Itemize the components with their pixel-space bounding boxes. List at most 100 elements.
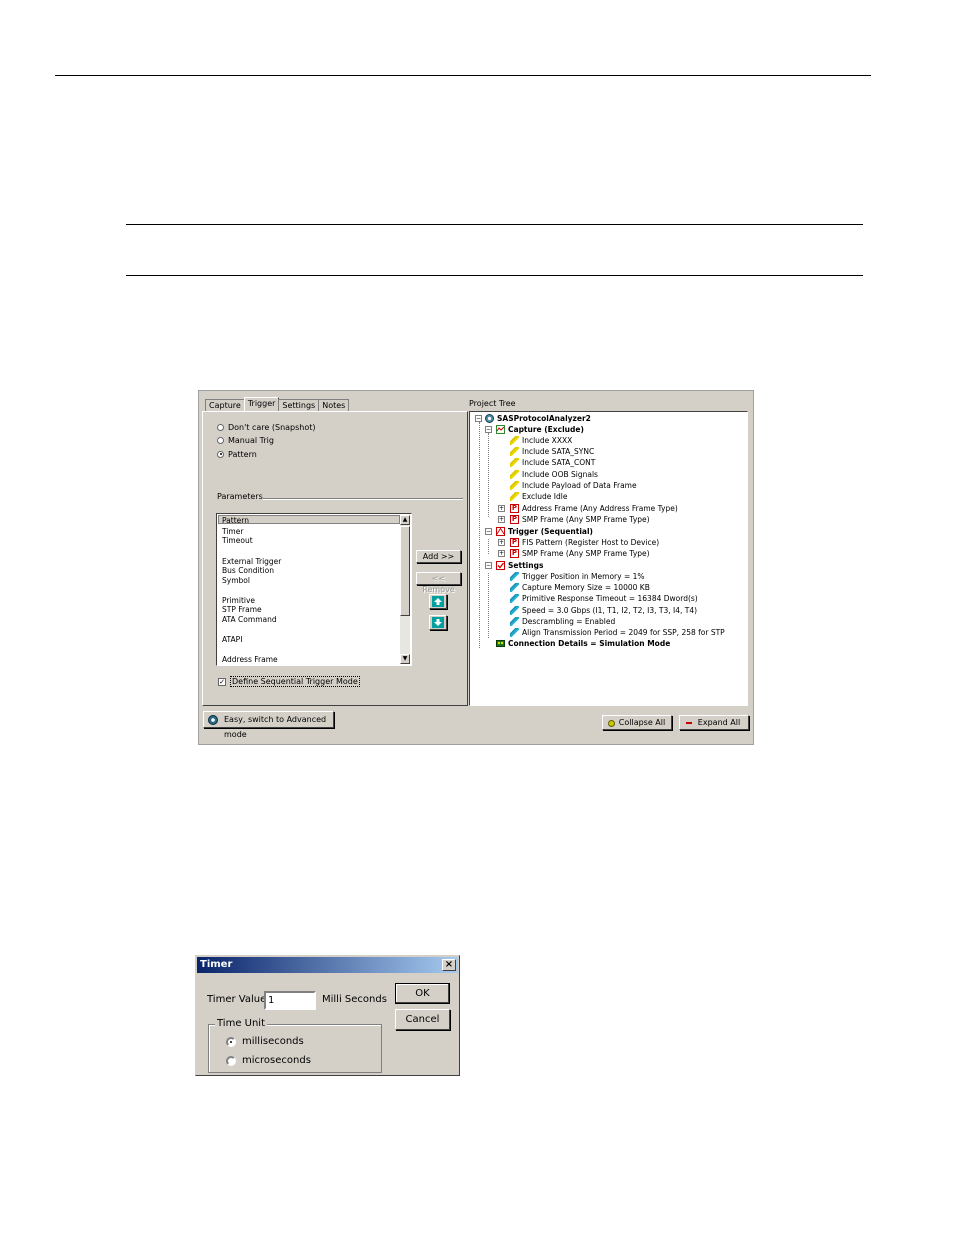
tree-leaf[interactable]: Include XXXX [510,435,572,446]
parameters-label: Parameters [217,492,263,501]
tree-leaf-label: Primitive Response Timeout = 16384 Dword… [522,594,698,603]
tree-node-trigger[interactable]: Trigger (Sequential) [496,526,593,537]
radio-label: Pattern [228,449,257,459]
tree-leaf[interactable]: Include SATA_SYNC [510,446,594,457]
radio-manual-trig[interactable]: Manual Trig [217,435,274,445]
tab-trigger[interactable]: Trigger [243,397,280,411]
list-scrollbar[interactable]: ▲ ▼ [400,515,410,664]
list-item[interactable]: Symbol [222,576,250,585]
analyzer-icon [485,414,494,423]
timer-unit-suffix: Milli Seconds [322,994,387,1005]
scroll-down-icon[interactable]: ▼ [400,654,410,664]
move-down-button[interactable] [429,615,447,630]
arrow-down-icon [432,617,444,628]
collapse-all-button[interactable]: Collapse All [602,715,672,730]
tree-leaf[interactable]: Include SATA_CONT [510,457,595,468]
list-item[interactable]: External Trigger [222,557,281,566]
tree-leaf[interactable]: P FIS Pattern (Register Host to Device) [510,537,659,548]
tree-root-label: SASProtocolAnalyzer2 [497,414,591,423]
tree-leaf[interactable]: Include Payload of Data Frame [510,480,637,491]
pencil-icon [510,481,519,490]
tree-leaf[interactable]: Capture Memory Size = 10000 KB [510,582,650,593]
radio-circle[interactable] [217,450,224,458]
ok-button[interactable]: OK [395,983,450,1004]
collapse-icon[interactable]: − [485,426,492,433]
remove-button[interactable]: << Remove [416,572,461,594]
tree-node-label: Capture (Exclude) [508,425,584,434]
sequential-trigger-checkbox[interactable]: ✓ Define Sequential Trigger Mode [218,676,360,687]
close-icon[interactable]: × [442,959,456,971]
list-item[interactable]: STP Frame [222,605,262,614]
radio-circle[interactable] [217,423,224,431]
pencil-icon [510,436,519,445]
radio-label: Don't care (Snapshot) [228,422,316,432]
analyzer-icon [208,715,218,725]
pencil-icon [510,606,519,615]
tree-leaf[interactable]: Descrambling = Enabled [510,616,615,627]
tree-leaf[interactable]: Trigger Position in Memory = 1% [510,571,645,582]
checkmark-icon[interactable]: ✓ [218,677,226,686]
pencil-icon [510,572,519,581]
collapse-icon[interactable]: − [485,562,492,569]
arrow-up-icon [432,596,444,607]
tab-settings[interactable]: Settings [278,399,320,411]
tree-leaf-label: Align Transmission Period = 2049 for SSP… [522,628,725,637]
tree-leaf[interactable]: Primitive Response Timeout = 16384 Dword… [510,593,698,604]
tree-leaf[interactable]: Include OOB Signals [510,469,598,480]
tree-leaf-label: SMP Frame (Any SMP Frame Type) [522,515,650,524]
dialog-title: Timer [200,959,233,970]
tree-leaf-label: SMP Frame (Any SMP Frame Type) [522,549,650,558]
expand-all-button[interactable]: Expand All [679,715,749,730]
tree-leaf-label: Include XXXX [522,436,573,445]
time-unit-title: Time Unit [215,1018,268,1029]
tree-leaf[interactable]: Speed = 3.0 Gbps (I1, T1, I2, T2, I3, T3… [510,605,697,616]
radio-pattern[interactable]: Pattern [217,449,257,459]
cancel-button[interactable]: Cancel [395,1009,450,1030]
expand-icon[interactable]: + [498,550,505,557]
list-item[interactable]: ATA Command [222,615,277,624]
radio-milliseconds[interactable]: milliseconds [226,1036,304,1047]
radio-dont-care[interactable]: Don't care (Snapshot) [217,422,316,432]
radio-circle[interactable] [226,1055,236,1066]
tree-node-capture[interactable]: Capture (Exclude) [496,424,584,435]
list-item[interactable]: ATAPI [222,635,242,644]
expand-icon[interactable]: + [498,505,505,512]
timer-value-label: Timer Value: [207,994,270,1005]
pattern-list-header[interactable]: Pattern [218,515,400,525]
timer-value-input[interactable]: 1 [264,991,316,1010]
collapse-icon[interactable]: − [485,528,492,535]
collapse-icon[interactable]: − [475,415,482,422]
tab-capture[interactable]: Capture [205,399,245,411]
tab-notes[interactable]: Notes [318,399,350,411]
pencil-icon [510,583,519,592]
tree-leaf[interactable]: Exclude Idle [510,491,567,502]
list-item[interactable]: Bus Condition [222,566,274,575]
tree-leaf[interactable]: Align Transmission Period = 2049 for SSP… [510,627,725,638]
tree-leaf[interactable]: P SMP Frame (Any SMP Frame Type) [510,514,650,525]
radio-circle[interactable] [226,1036,236,1047]
move-up-button[interactable] [429,594,447,609]
tree-leaf[interactable]: P SMP Frame (Any SMP Frame Type) [510,548,650,559]
tree-connector [488,573,489,638]
scroll-thumb[interactable] [400,526,410,616]
list-item[interactable]: Timer [222,527,243,536]
header-rule [55,75,871,76]
tree-node-settings[interactable]: Settings [496,560,543,571]
radio-circle[interactable] [217,436,224,444]
scroll-up-icon[interactable]: ▲ [400,515,410,525]
pattern-listbox[interactable]: Pattern Timer Timeout External Trigger B… [216,513,412,666]
project-tree[interactable]: − SASProtocolAnalyzer2 − Capture (Exclud… [469,411,748,706]
list-item[interactable]: Timeout [222,536,253,545]
expand-icon[interactable]: + [498,516,505,523]
list-item[interactable]: Address Frame [222,655,278,664]
dialog-titlebar[interactable]: Timer × [197,957,458,973]
add-button[interactable]: Add >> [416,550,461,563]
list-item[interactable]: Primitive [222,596,255,605]
tree-root[interactable]: SASProtocolAnalyzer2 [485,413,591,424]
tree-node-connection[interactable]: Connection Details = Simulation Mode [496,638,670,649]
radio-microseconds[interactable]: microseconds [226,1055,311,1066]
switch-mode-button[interactable]: Easy, switch to Advanced mode [203,711,334,739]
expand-icon[interactable]: + [498,539,505,546]
tree-leaf-label: Speed = 3.0 Gbps (I1, T1, I2, T2, I3, T3… [522,606,698,615]
tree-leaf[interactable]: P Address Frame (Any Address Frame Type) [510,503,678,514]
